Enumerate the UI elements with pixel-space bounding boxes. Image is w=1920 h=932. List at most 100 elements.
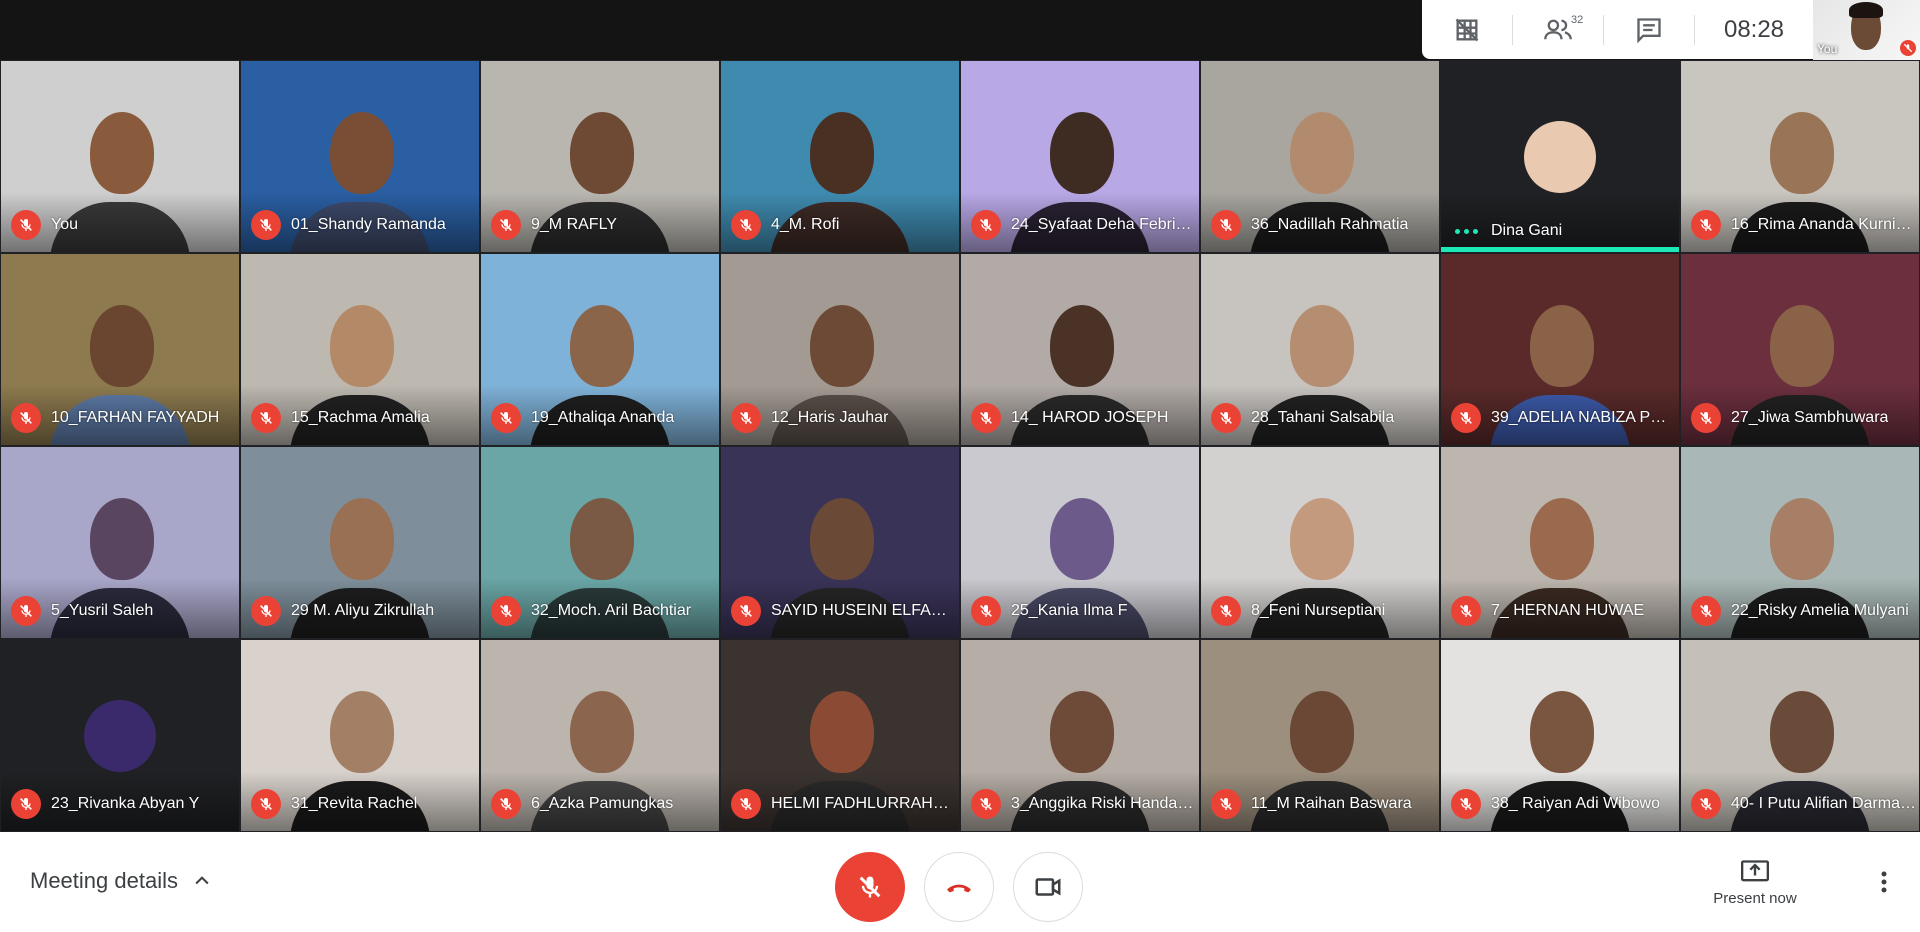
participant-name: 12_Haris Jauhar <box>771 409 889 426</box>
mic-off-icon <box>731 789 761 819</box>
person-head <box>330 305 394 387</box>
leave-call-button[interactable] <box>924 852 994 922</box>
participant-name: 8_Feni Nurseptiani <box>1251 602 1386 619</box>
participant-tile[interactable]: 15_Rachma Amalia <box>240 253 480 446</box>
chat-icon <box>1637 17 1661 43</box>
more-options-button[interactable] <box>1872 868 1896 901</box>
mic-off-icon <box>11 210 41 240</box>
person-head <box>90 305 154 387</box>
participant-tile[interactable]: 32_Moch. Aril Bachtiar <box>480 446 720 639</box>
participant-tile[interactable]: 8_Feni Nurseptiani <box>1200 446 1440 639</box>
mic-off-icon <box>491 789 521 819</box>
participant-label: 14_ HAROD JOSEPH <box>971 403 1199 433</box>
participant-tile[interactable]: 7_ HERNAN HUWAE <box>1440 446 1680 639</box>
participant-tile[interactable]: 23_Rivanka Abyan Y <box>0 639 240 832</box>
participant-label: 8_Feni Nurseptiani <box>1211 596 1439 626</box>
participant-name: 10_FARHAN FAYYADH <box>51 409 220 426</box>
participant-label: 12_Haris Jauhar <box>731 403 959 433</box>
participant-tile[interactable]: 01_Shandy Ramanda <box>240 60 480 253</box>
participant-name: 24_Syafaat Deha Febriansyah <box>1011 216 1196 233</box>
participant-name: 01_Shandy Ramanda <box>291 216 446 233</box>
participant-tile[interactable]: 22_Risky Amelia Mulyani <box>1680 446 1920 639</box>
present-screen-icon <box>1741 860 1769 882</box>
participant-name: 16_Rima Ananda Kurniawati <box>1731 216 1916 233</box>
participant-tile[interactable]: 9_M RAFLY <box>480 60 720 253</box>
mic-off-icon <box>731 210 761 240</box>
meeting-details-button[interactable]: Meeting details <box>30 868 212 894</box>
person-head <box>1770 305 1834 387</box>
person-head <box>1050 498 1114 580</box>
speaking-indicator-icon <box>1451 228 1481 234</box>
person-head <box>1530 691 1594 773</box>
participant-tile[interactable]: 10_FARHAN FAYYADH <box>0 253 240 446</box>
person-head <box>1050 112 1114 194</box>
participant-tile[interactable]: 39_ADELIA NABIZA PUTRI <box>1440 253 1680 446</box>
participant-name: 4_M. Rofi <box>771 216 840 233</box>
person-head <box>1290 691 1354 773</box>
participant-label: 29 M. Aliyu Zikrullah <box>251 596 479 626</box>
camera-toggle-button[interactable] <box>1013 852 1083 922</box>
participant-tile[interactable]: 4_M. Rofi <box>720 60 960 253</box>
self-view-thumbnail[interactable]: You <box>1813 0 1920 60</box>
participant-label: 38_ Raiyan Adi Wibowo <box>1451 789 1679 819</box>
participant-label: 27_Jiwa Sambhuwara <box>1691 403 1919 433</box>
participant-tile[interactable]: 40- I Putu Alifian Darmawan <box>1680 639 1920 832</box>
call-controls <box>835 852 1083 922</box>
mic-off-icon <box>251 210 281 240</box>
participant-tile[interactable]: SAYID HUSEINI ELFADHOLI <box>720 446 960 639</box>
participant-label: 24_Syafaat Deha Febriansyah <box>971 210 1199 240</box>
participant-tile[interactable]: You <box>0 60 240 253</box>
participant-tile[interactable]: 38_ Raiyan Adi Wibowo <box>1440 639 1680 832</box>
participant-tile[interactable]: HELMI FADHLURRAHMAN <box>720 639 960 832</box>
participant-tile[interactable]: 24_Syafaat Deha Febriansyah <box>960 60 1200 253</box>
participant-label: 3_Anggika Riski Handayani <box>971 789 1199 819</box>
person-head <box>1530 305 1594 387</box>
participant-tile[interactable]: 3_Anggika Riski Handayani <box>960 639 1200 832</box>
mic-off-icon <box>971 596 1001 626</box>
mic-toggle-button[interactable] <box>835 852 905 922</box>
participant-name: 6_Azka Pamungkas <box>531 795 674 812</box>
participant-tile[interactable]: 14_ HAROD JOSEPH <box>960 253 1200 446</box>
person-head <box>810 691 874 773</box>
avatar <box>84 700 156 772</box>
participant-tile[interactable]: 36_Nadillah Rahmatia <box>1200 60 1440 253</box>
participant-tile[interactable]: 11_M Raihan Baswara <box>1200 639 1440 832</box>
mic-off-icon <box>491 596 521 626</box>
person-head <box>1290 498 1354 580</box>
participant-name: 15_Rachma Amalia <box>291 409 430 426</box>
participant-label: 22_Risky Amelia Mulyani <box>1691 596 1919 626</box>
person-head <box>330 691 394 773</box>
mic-off-icon <box>859 876 881 898</box>
chat-button[interactable] <box>1604 0 1694 59</box>
participant-label: 16_Rima Ananda Kurniawati <box>1691 210 1919 240</box>
participant-tile[interactable]: 6_Azka Pamungkas <box>480 639 720 832</box>
meeting-details-label: Meeting details <box>30 868 178 893</box>
participant-tile[interactable]: 28_Tahani Salsabila <box>1200 253 1440 446</box>
participant-name: 9_M RAFLY <box>531 216 617 233</box>
participant-tile[interactable]: 19_Athaliqa Ananda <box>480 253 720 446</box>
participant-tile[interactable]: 16_Rima Ananda Kurniawati <box>1680 60 1920 253</box>
participants-button[interactable]: 32 <box>1513 0 1603 59</box>
participant-tile[interactable]: 12_Haris Jauhar <box>720 253 960 446</box>
person-head <box>1770 691 1834 773</box>
participant-name: 36_Nadillah Rahmatia <box>1251 216 1409 233</box>
participant-tile[interactable]: 29 M. Aliyu Zikrullah <box>240 446 480 639</box>
participant-tile[interactable]: 5_Yusril Saleh <box>0 446 240 639</box>
person-head <box>810 112 874 194</box>
layout-button[interactable] <box>1422 0 1512 59</box>
participant-tile[interactable]: Dina Gani <box>1440 60 1680 253</box>
participant-label: 23_Rivanka Abyan Y <box>11 789 239 819</box>
participant-label: You <box>11 210 239 240</box>
mic-off-icon <box>251 403 281 433</box>
mic-off-icon <box>11 403 41 433</box>
present-now-button[interactable]: Present now <box>1700 860 1810 907</box>
participant-tile[interactable]: 27_Jiwa Sambhuwara <box>1680 253 1920 446</box>
participant-tile[interactable]: 25_Kania Ilma F <box>960 446 1200 639</box>
participant-tile[interactable]: 31_Revita Rachel <box>240 639 480 832</box>
participant-name: 25_Kania Ilma F <box>1011 602 1128 619</box>
participant-name: 31_Revita Rachel <box>291 795 418 812</box>
participant-name: 23_Rivanka Abyan Y <box>51 795 200 812</box>
hang-up-icon <box>947 884 971 893</box>
avatar <box>1524 121 1596 193</box>
mic-off-icon <box>1451 403 1481 433</box>
